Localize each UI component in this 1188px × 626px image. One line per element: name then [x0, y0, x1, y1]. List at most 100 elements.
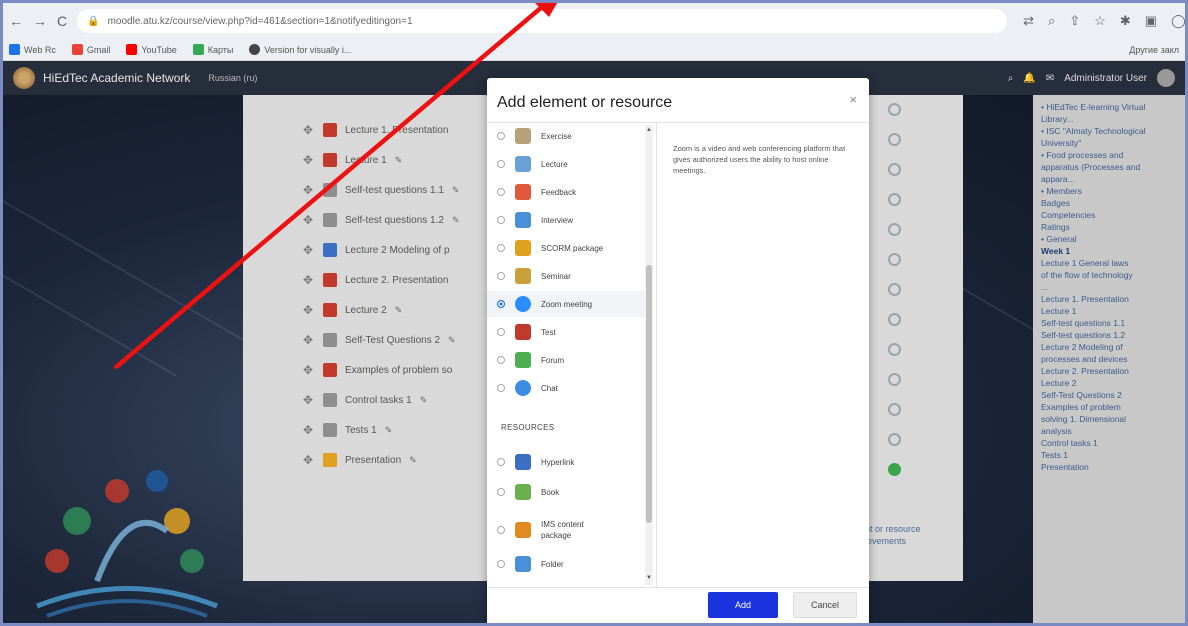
drawer-item[interactable]: Self-Test Questions 2	[1041, 389, 1179, 401]
drawer-item[interactable]: Library...	[1041, 113, 1179, 125]
drawer-item[interactable]: of the flow of technology	[1041, 269, 1179, 281]
drawer-item[interactable]: • HiEdTec E-learning Virtual	[1041, 101, 1179, 113]
completion-checkbox[interactable]	[888, 103, 901, 116]
drawer-item[interactable]: • ISC "Almaty Technological	[1041, 125, 1179, 137]
module-list-scrollbar[interactable]: ▲ ▼	[645, 125, 653, 585]
language-menu[interactable]: Russian (ru)	[208, 73, 257, 83]
completion-checkbox-done[interactable]	[888, 463, 901, 476]
module-option-zoom-meeting[interactable]: Zoom meeting	[487, 291, 645, 317]
edit-pencil-icon[interactable]: ✎	[420, 395, 428, 406]
drawer-item[interactable]: Badges	[1041, 197, 1179, 209]
drawer-item[interactable]: Competencies	[1041, 209, 1179, 221]
sidebar-icon[interactable]: ▣	[1145, 13, 1157, 29]
search-icon[interactable]: ⌕	[1008, 73, 1014, 84]
forward-icon[interactable]: →	[33, 12, 47, 30]
radio-button[interactable]	[497, 356, 505, 364]
move-icon[interactable]: ✥	[303, 213, 315, 227]
move-icon[interactable]: ✥	[303, 273, 315, 287]
move-icon[interactable]: ✥	[303, 333, 315, 347]
chat-icon[interactable]: ✉	[1046, 73, 1054, 84]
radio-button[interactable]	[497, 132, 505, 140]
radio-button[interactable]	[497, 458, 505, 466]
add-activity-link[interactable]: nt or resource ievements	[865, 523, 921, 547]
drawer-item[interactable]: Control tasks 1	[1041, 437, 1179, 449]
bookmark-item[interactable]: Version for visually i...	[249, 44, 351, 55]
bookmark-item[interactable]: Карты	[192, 44, 233, 55]
star-icon[interactable]: ☆	[1094, 13, 1106, 29]
site-logo-icon[interactable]	[13, 67, 35, 89]
completion-checkbox[interactable]	[888, 433, 901, 446]
activity-row[interactable]: ✥ Self-Test Questions 2 ✎	[303, 333, 456, 347]
drawer-item[interactable]: solving 1. Dimensional	[1041, 413, 1179, 425]
module-option-ims-package[interactable]: IMS content package	[497, 513, 647, 547]
drawer-item[interactable]: Lecture 2	[1041, 377, 1179, 389]
extensions-icon[interactable]: ✱	[1120, 13, 1131, 29]
drawer-item[interactable]: Examples of problem	[1041, 401, 1179, 413]
activity-row[interactable]: ✥ Lecture 1 ✎	[303, 153, 402, 167]
profile-icon[interactable]: ◯	[1171, 13, 1185, 29]
completion-checkbox[interactable]	[888, 163, 901, 176]
activity-row[interactable]: ✥ Self-test questions 1.2 ✎	[303, 213, 460, 227]
activity-row[interactable]: ✥ Lecture 2 ✎	[303, 303, 402, 317]
bookmark-item[interactable]: Web Rc	[9, 44, 56, 55]
radio-button[interactable]	[497, 272, 505, 280]
activity-label[interactable]: Examples of problem so	[345, 365, 452, 376]
activity-label[interactable]: Self-test questions 1.1	[345, 185, 444, 196]
back-icon[interactable]: ←	[9, 12, 23, 30]
drawer-item[interactable]: Lecture 2. Presentation	[1041, 365, 1179, 377]
radio-button[interactable]	[497, 560, 505, 568]
user-menu[interactable]: Administrator User	[1064, 73, 1147, 84]
add-button[interactable]: Add	[708, 592, 778, 618]
close-icon[interactable]: ×	[849, 92, 857, 107]
radio-button-selected[interactable]	[497, 300, 505, 308]
activity-label[interactable]: Control tasks 1	[345, 395, 412, 406]
move-icon[interactable]: ✥	[303, 153, 315, 167]
completion-checkbox[interactable]	[888, 313, 901, 326]
bell-icon[interactable]: 🔔	[1023, 73, 1035, 84]
radio-button[interactable]	[497, 328, 505, 336]
completion-checkbox[interactable]	[888, 343, 901, 356]
radio-button[interactable]	[497, 488, 505, 496]
activity-row[interactable]: ✥ Self-test questions 1.1 ✎	[303, 183, 460, 197]
bookmark-item[interactable]: Gmail	[71, 44, 110, 55]
activity-label[interactable]: Tests 1	[345, 425, 377, 436]
drawer-item[interactable]: Lecture 1 General laws	[1041, 257, 1179, 269]
module-option-feedback[interactable]: Feedback	[497, 179, 647, 205]
drawer-item[interactable]: Presentation	[1041, 461, 1179, 473]
drawer-item[interactable]: processes and devices	[1041, 353, 1179, 365]
edit-pencil-icon[interactable]: ✎	[409, 455, 417, 466]
activity-label[interactable]: Lecture 2	[345, 305, 387, 316]
completion-checkbox[interactable]	[888, 133, 901, 146]
drawer-item-current-week[interactable]: Week 1	[1041, 245, 1179, 257]
activity-row[interactable]: ✥ Lecture 2. Presentation	[303, 273, 448, 287]
module-option-folder[interactable]: Folder	[497, 551, 647, 577]
radio-button[interactable]	[497, 216, 505, 224]
translate-icon[interactable]: ⇄	[1023, 13, 1034, 29]
activity-row[interactable]: ✥ Lecture 1. Presentation	[303, 123, 448, 137]
zoom-icon[interactable]: ⌕	[1048, 13, 1055, 29]
edit-pencil-icon[interactable]: ✎	[395, 305, 403, 316]
move-icon[interactable]: ✥	[303, 123, 315, 137]
module-option-exercise[interactable]: Exercise	[497, 123, 647, 149]
completion-checkbox[interactable]	[888, 223, 901, 236]
completion-checkbox[interactable]	[888, 373, 901, 386]
other-bookmarks[interactable]: Другие закл	[1125, 45, 1179, 55]
module-option-scorm[interactable]: SCORM package	[497, 235, 647, 261]
reload-icon[interactable]: C	[57, 12, 67, 30]
move-icon[interactable]: ✥	[303, 243, 315, 257]
activity-row[interactable]: ✥ Presentation ✎	[303, 453, 417, 467]
radio-button[interactable]	[497, 384, 505, 392]
scroll-up-icon[interactable]: ▲	[646, 127, 652, 133]
drawer-item[interactable]: • General	[1041, 233, 1179, 245]
activity-label[interactable]: Presentation	[345, 455, 401, 466]
move-icon[interactable]: ✥	[303, 423, 315, 437]
radio-button[interactable]	[497, 526, 505, 534]
drawer-item[interactable]: • Food processes and	[1041, 149, 1179, 161]
activity-label[interactable]: Self-Test Questions 2	[345, 335, 440, 346]
drawer-item[interactable]: University"	[1041, 137, 1179, 149]
site-name[interactable]: HiEdTec Academic Network	[43, 71, 190, 85]
module-option-hyperlink[interactable]: Hyperlink	[497, 449, 647, 475]
drawer-item[interactable]: Lecture 1. Presentation	[1041, 293, 1179, 305]
radio-button[interactable]	[497, 188, 505, 196]
edit-pencil-icon[interactable]: ✎	[452, 185, 460, 196]
